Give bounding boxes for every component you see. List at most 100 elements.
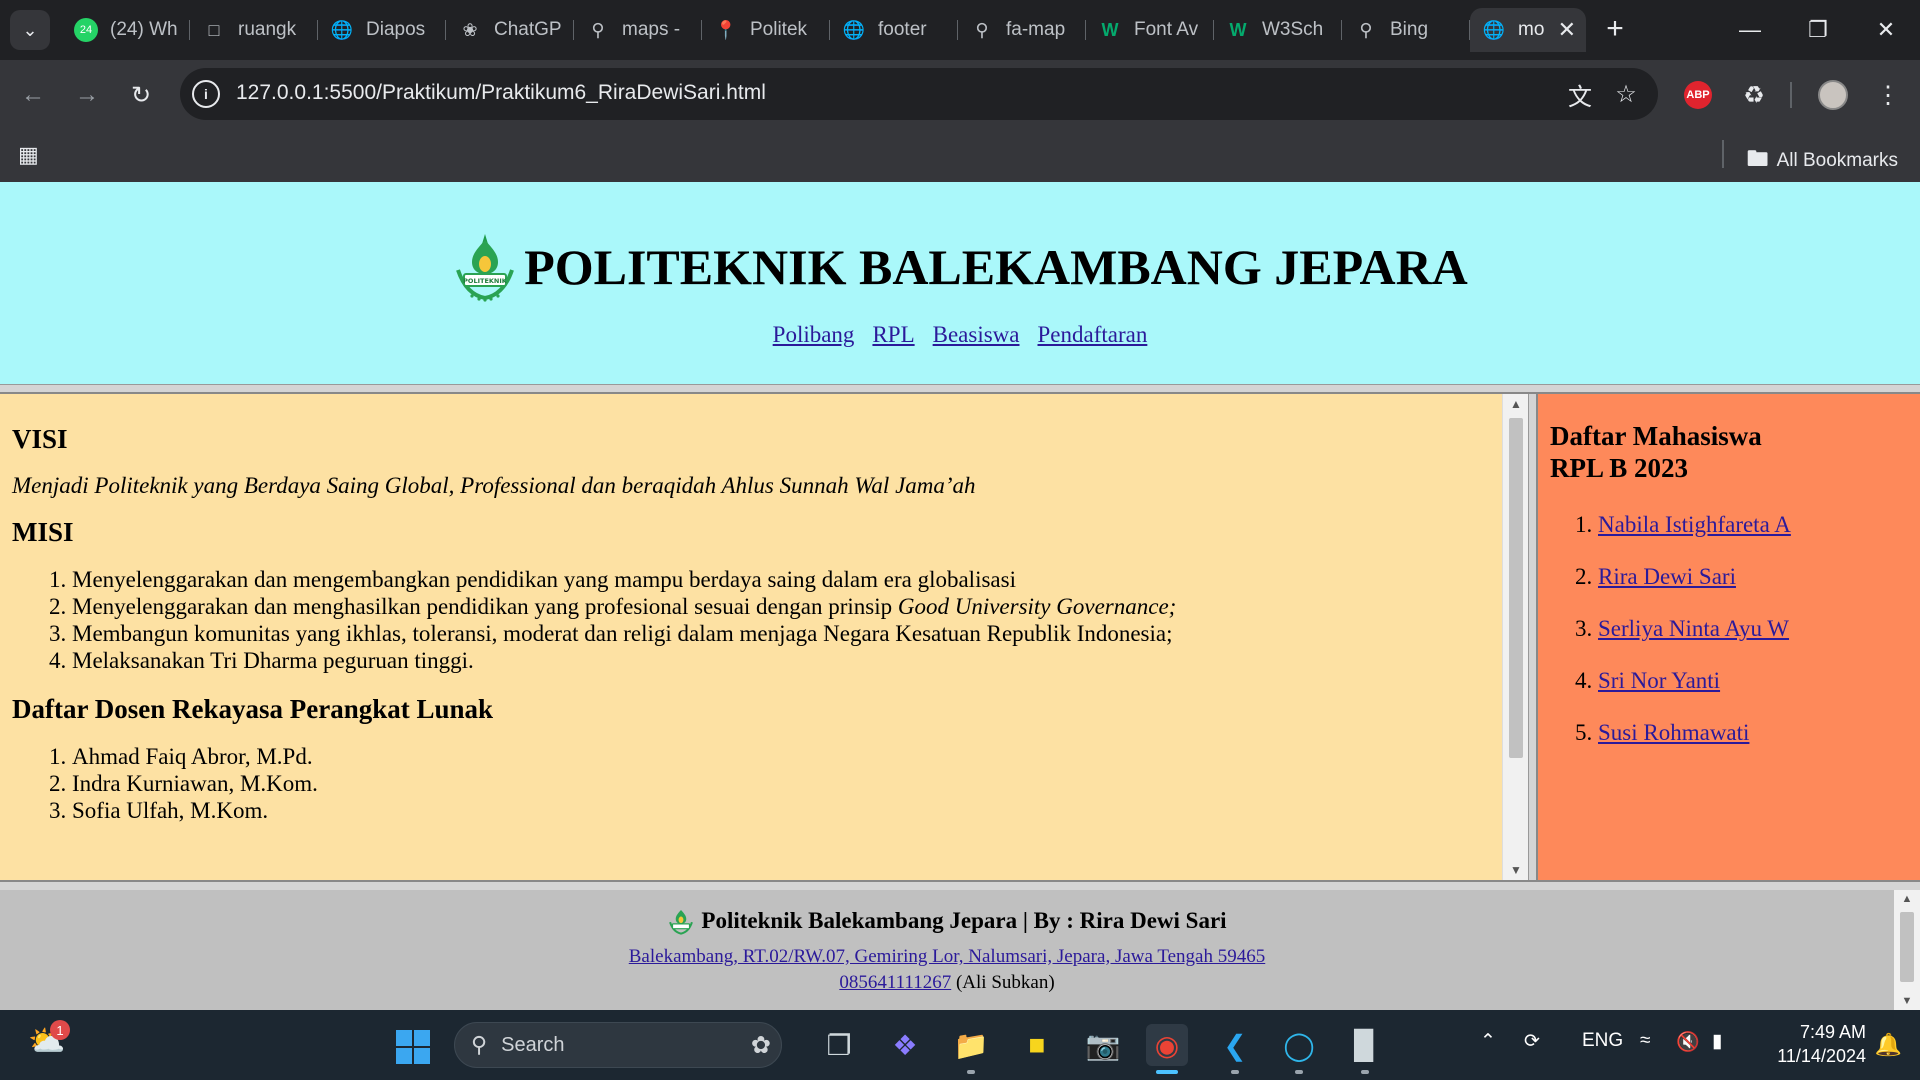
w3schools-icon: W: [1101, 19, 1119, 40]
browser-tab[interactable]: 🌐 mo ✕: [1470, 8, 1586, 52]
edge-icon[interactable]: ◯: [1278, 1024, 1320, 1066]
task-view-icon[interactable]: ❐: [818, 1024, 860, 1066]
svg-text:POLITEKNIK: POLITEKNIK: [463, 277, 508, 285]
taskbar-clock[interactable]: 7:49 AM 11/14/2024: [1777, 1020, 1866, 1068]
minimize-button[interactable]: —: [1716, 0, 1784, 60]
tab-title: Font Av: [1134, 19, 1199, 40]
browser-tab[interactable]: ⚲ Bing: [1342, 8, 1470, 52]
forward-button[interactable]: →: [68, 76, 106, 114]
tab-title: mo: [1518, 19, 1545, 40]
profile-avatar[interactable]: [1818, 80, 1848, 110]
browser-tab[interactable]: 🌐 Diapos: [318, 8, 446, 52]
dosen-heading: Daftar Dosen Rekayasa Perangkat Lunak: [12, 694, 494, 724]
taskbar-search-box[interactable]: ⚲ Search ✿: [454, 1022, 782, 1068]
scroll-down-arrow-icon[interactable]: ▼: [1894, 992, 1920, 1010]
browser-tab[interactable]: ⚲ maps -: [574, 8, 702, 52]
bookmark-star-icon[interactable]: ☆: [1612, 80, 1640, 108]
menu-kebab-icon[interactable]: ⋮: [1870, 77, 1906, 113]
extensions-icon[interactable]: ♻: [1736, 77, 1772, 113]
speaker-muted-icon[interactable]: 🔇: [1676, 1030, 1700, 1054]
student-list-frame[interactable]: Daftar Mahasiswa RPL B 2023 Nabila Istig…: [1538, 394, 1920, 880]
browser-tab[interactable]: □ ruangk: [190, 8, 318, 52]
site-info-icon[interactable]: i: [192, 80, 220, 108]
student-link[interactable]: Serliya Ninta Ayu W: [1598, 616, 1789, 641]
camera-icon[interactable]: 📷: [1082, 1024, 1124, 1066]
student-link[interactable]: Rira Dewi Sari: [1598, 564, 1736, 589]
tab-title: Politek: [750, 19, 808, 40]
footer-address-link[interactable]: Balekambang, RT.02/RW.07, Gemiring Lor, …: [629, 946, 1265, 967]
student-link[interactable]: Nabila Istighfareta A: [1598, 512, 1791, 537]
site-nav: Polibang RPL Beasiswa Pendaftaran: [0, 322, 1920, 348]
tab-title: Bing: [1390, 19, 1429, 40]
nav-link-beasiswa[interactable]: Beasiswa: [933, 322, 1020, 348]
tab-close-icon[interactable]: ✕: [1558, 17, 1576, 43]
toolbar-separator: [1790, 82, 1792, 108]
browser-tab[interactable]: W W3Sch: [1214, 8, 1342, 52]
footer-address-row: Balekambang, RT.02/RW.07, Gemiring Lor, …: [0, 946, 1894, 968]
nav-link-pendaftaran[interactable]: Pendaftaran: [1038, 322, 1148, 348]
apps-grid-icon[interactable]: ▦: [18, 142, 44, 168]
wifi-icon[interactable]: ≈: [1640, 1030, 1650, 1052]
tab-search-button[interactable]: ⌄: [10, 10, 50, 50]
bookmarks-separator: [1722, 140, 1724, 168]
adblock-plus-icon[interactable]: ABP: [1684, 81, 1712, 109]
windows-logo-tile: [396, 1048, 412, 1064]
scrollbar-thumb[interactable]: [1509, 418, 1523, 758]
student-link[interactable]: Sri Nor Yanti: [1598, 668, 1720, 693]
running-indicator: [1295, 1070, 1303, 1074]
chrome-icon[interactable]: ◉: [1146, 1024, 1188, 1066]
notification-bell-icon[interactable]: 🔔: [1875, 1032, 1902, 1058]
dosen-item: Indra Kurniawan, M.Kom.: [72, 770, 1490, 797]
scrollbar-thumb[interactable]: [1900, 912, 1914, 982]
misi-item: Melaksanakan Tri Dharma peguruan tinggi.: [72, 647, 1490, 674]
address-bar[interactable]: i 127.0.0.1:5500/Praktikum/Praktikum6_Ri…: [180, 68, 1658, 120]
student-link[interactable]: Susi Rohmawati: [1598, 720, 1749, 745]
reload-button[interactable]: ↻: [122, 76, 160, 114]
browser-tab[interactable]: W Font Av: [1086, 8, 1214, 52]
all-bookmarks-button[interactable]: 🖿 All Bookmarks: [1747, 142, 1898, 180]
language-indicator[interactable]: ENG: [1582, 1030, 1623, 1052]
copilot-icon[interactable]: ❖: [884, 1024, 926, 1066]
browser-tab[interactable]: 24 (24) Wh: [62, 8, 190, 52]
browser-tab[interactable]: ⚲ fa-map: [958, 8, 1086, 52]
footer-phone-link[interactable]: 085641111267: [839, 972, 951, 993]
site-footer[interactable]: Politeknik Balekambang Jepara | By : Rir…: [0, 890, 1894, 1010]
battery-icon[interactable]: ▮: [1712, 1030, 1722, 1053]
scroll-up-arrow-icon[interactable]: ▲: [1894, 890, 1920, 908]
show-hidden-icons-chevron-icon[interactable]: ⌃: [1480, 1030, 1496, 1053]
clock-date: 11/14/2024: [1777, 1046, 1866, 1066]
frame-divider-top[interactable]: [0, 384, 1920, 394]
browser-tab[interactable]: ❀ ChatGP: [446, 8, 574, 52]
back-button[interactable]: ←: [14, 76, 52, 114]
nav-link-rpl[interactable]: RPL: [872, 322, 914, 348]
sync-icon[interactable]: ⟳: [1524, 1030, 1540, 1053]
visi-text: Menjadi Politeknik yang Berdaya Saing Gl…: [12, 473, 976, 498]
browser-tab[interactable]: 🌐 footer: [830, 8, 958, 52]
maps-pin-icon: 📍: [714, 19, 738, 40]
aside-heading-line2: RPL B 2023: [1550, 453, 1689, 483]
browser-tab[interactable]: 📍 Politek: [702, 8, 830, 52]
scroll-up-arrow-icon[interactable]: ▲: [1503, 394, 1529, 414]
frame-divider-vertical[interactable]: [1528, 394, 1538, 880]
sticky-notes-icon[interactable]: ■: [1016, 1024, 1058, 1066]
footer-scrollbar[interactable]: ▲ ▼: [1894, 890, 1920, 1010]
vscode-icon[interactable]: ❮: [1214, 1024, 1256, 1066]
close-window-button[interactable]: ✕: [1852, 0, 1920, 60]
search-icon: ⚲: [471, 1032, 488, 1057]
student-item: Susi Rohmawati: [1598, 720, 1908, 746]
nav-link-polibang[interactable]: Polibang: [773, 322, 855, 348]
file-explorer-icon[interactable]: 📁: [950, 1024, 992, 1066]
taskbar-search-placeholder: Search: [501, 1033, 565, 1056]
restore-button[interactable]: ❐: [1784, 0, 1852, 60]
footer-title: Politeknik Balekambang Jepara | By : Rir…: [701, 908, 1227, 933]
terminal-icon[interactable]: ▉: [1344, 1024, 1386, 1066]
scroll-down-arrow-icon[interactable]: ▼: [1503, 860, 1529, 880]
main-content-frame[interactable]: VISI Menjadi Politeknik yang Berdaya Sai…: [0, 394, 1502, 880]
main-scrollbar[interactable]: ▲ ▼: [1502, 394, 1528, 880]
translate-icon[interactable]: 文: [1566, 80, 1594, 111]
start-button[interactable]: [396, 1030, 430, 1064]
new-tab-button[interactable]: +: [1598, 12, 1632, 46]
url-text[interactable]: 127.0.0.1:5500/Praktikum/Praktikum6_Rira…: [236, 81, 766, 105]
running-indicator: [967, 1070, 975, 1074]
frame-divider-bottom[interactable]: [0, 880, 1920, 890]
